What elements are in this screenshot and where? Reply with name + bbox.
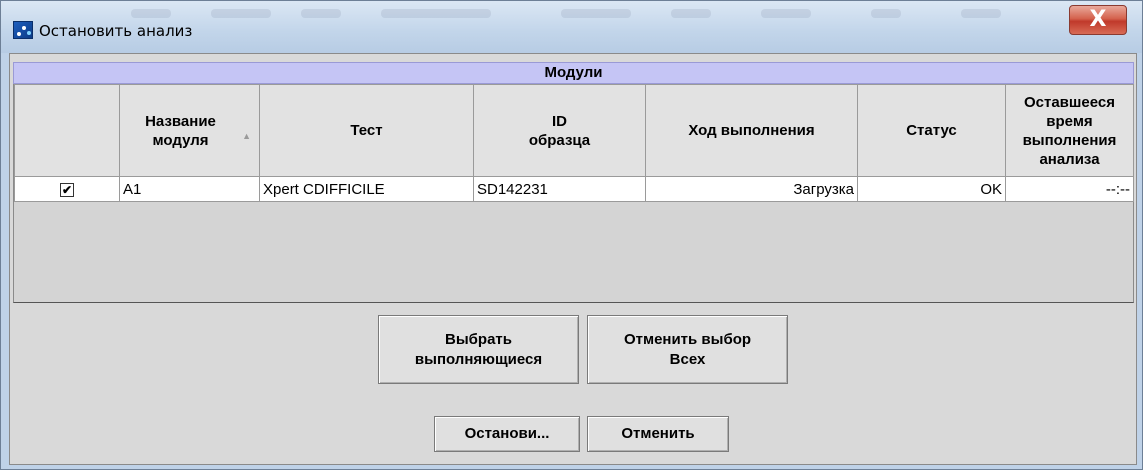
- modules-table-area: Название модуля ▲ Тест ID образца Ход вы…: [13, 84, 1134, 303]
- remaining-time-cell: --:--: [1005, 176, 1134, 202]
- table-header-row: Название модуля ▲ Тест ID образца Ход вы…: [14, 84, 1134, 177]
- background-ghost: [961, 9, 1001, 18]
- cancel-button[interactable]: Отменить: [587, 416, 729, 452]
- row-select-cell[interactable]: ✔: [14, 176, 120, 202]
- background-ghost: [671, 9, 711, 18]
- background-ghost: [381, 9, 491, 18]
- dialog-body: Модули Название модуля ▲ Тест ID образца…: [9, 53, 1137, 465]
- modules-header: Модули: [13, 62, 1134, 84]
- select-running-button[interactable]: Выбрать выполняющиеся: [378, 315, 579, 384]
- column-header-sample-id[interactable]: ID образца: [473, 84, 646, 177]
- status-cell: OK: [857, 176, 1006, 202]
- deselect-all-label: Отменить выбор Всех: [623, 330, 752, 368]
- background-ghost: [301, 9, 341, 18]
- column-header-remaining-time[interactable]: Оставшееся время выполнения анализа: [1005, 84, 1134, 177]
- column-header-progress[interactable]: Ход выполнения: [645, 84, 858, 177]
- column-header-select[interactable]: [14, 84, 120, 177]
- column-header-module[interactable]: Название модуля ▲: [119, 84, 260, 177]
- title-bar[interactable]: Остановить анализ X: [1, 1, 1142, 53]
- column-header-status[interactable]: Статус: [857, 84, 1006, 177]
- window-title: Остановить анализ: [39, 22, 193, 40]
- close-icon[interactable]: X: [1069, 5, 1127, 35]
- modules-table: Название модуля ▲ Тест ID образца Ход вы…: [14, 84, 1134, 202]
- background-ghost: [761, 9, 811, 18]
- deselect-all-button[interactable]: Отменить выбор Всех: [587, 315, 788, 384]
- row-checkbox[interactable]: ✔: [60, 182, 74, 197]
- stop-analysis-dialog: Остановить анализ X Модули Название моду…: [0, 0, 1143, 470]
- progress-cell: Загрузка: [645, 176, 858, 202]
- background-ghost: [131, 9, 171, 18]
- column-header-test[interactable]: Тест: [259, 84, 474, 177]
- stop-button[interactable]: Останови...: [434, 416, 580, 452]
- sort-ascending-icon: ▲: [242, 131, 251, 141]
- test-cell: Xpert CDIFFICILE: [259, 176, 474, 202]
- sample-id-cell: SD142231: [473, 176, 646, 202]
- module-cell: A1: [119, 176, 260, 202]
- background-ghost: [871, 9, 901, 18]
- column-header-sample-id-label: ID образца: [528, 112, 591, 149]
- background-ghost: [561, 9, 631, 18]
- table-row[interactable]: ✔ A1 Xpert CDIFFICILE SD142231 Загрузка …: [14, 176, 1134, 202]
- app-icon: [13, 21, 33, 39]
- select-running-label: Выбрать выполняющиеся: [414, 330, 543, 368]
- column-header-module-label: Название модуля: [145, 112, 216, 149]
- background-ghost: [211, 9, 271, 18]
